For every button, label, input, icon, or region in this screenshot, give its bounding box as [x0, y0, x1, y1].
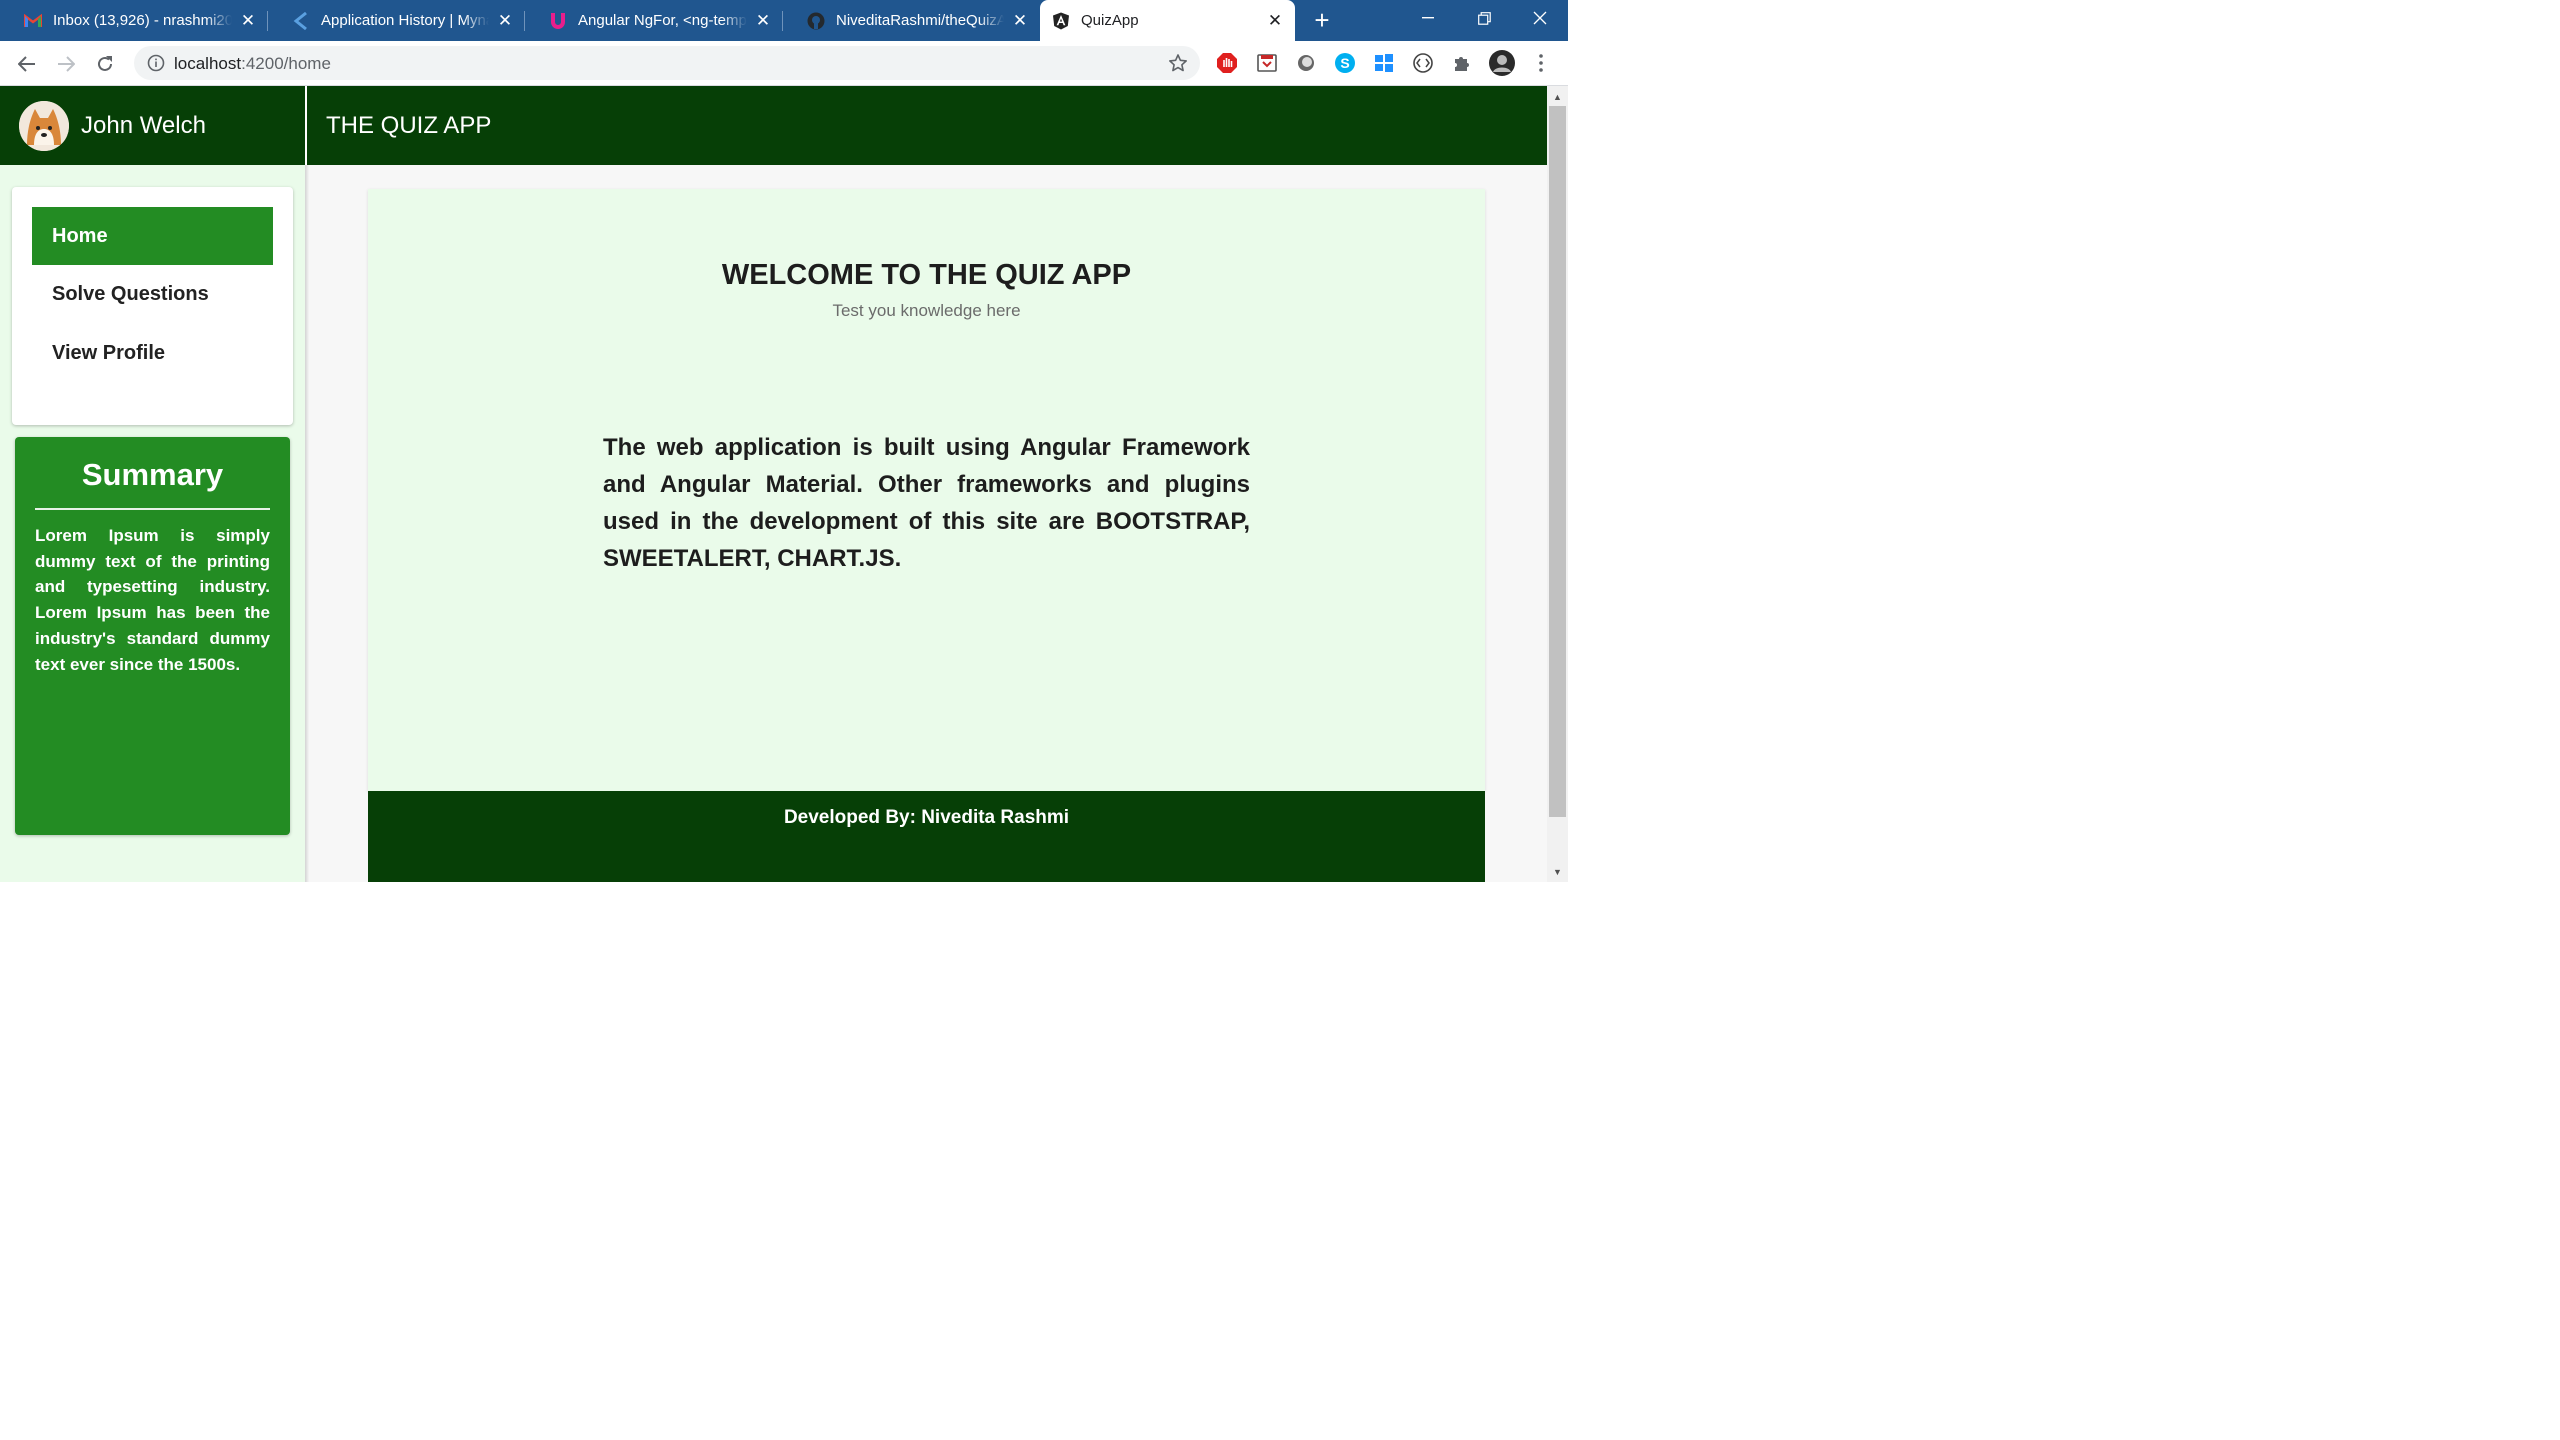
- tab-application-history[interactable]: Application History | Mynaukri ✕: [268, 0, 525, 41]
- profile-avatar-icon[interactable]: [1488, 49, 1516, 77]
- bookmark-star-icon[interactable]: [1168, 53, 1188, 73]
- app-history-icon: [292, 11, 310, 30]
- adblock-extension-icon[interactable]: [1215, 51, 1239, 75]
- browser-menu-icon[interactable]: [1529, 51, 1553, 75]
- summary-text: Lorem Ipsum is simply dummy text of the …: [35, 526, 270, 674]
- forward-icon[interactable]: [51, 49, 81, 79]
- url-text[interactable]: localhost:4200/home: [174, 54, 331, 74]
- app-header: THE QUIZ APP: [307, 86, 1547, 165]
- about-text: The web application is built using Angul…: [603, 434, 1250, 572]
- scroll-thumb[interactable]: [1549, 106, 1566, 817]
- nav-menu: Home Solve Questions View Profile: [12, 187, 293, 425]
- app-title: THE QUIZ APP: [326, 112, 492, 139]
- footer-text: Developed By: Nivedita Rashmi: [783, 807, 1070, 828]
- address-bar[interactable]: localhost:4200/home: [134, 46, 1200, 80]
- pocket-extension-icon[interactable]: [1255, 51, 1279, 75]
- tab-title: NiveditaRashmi/theQuizApp: [836, 12, 1004, 29]
- user-header: John Welch: [0, 86, 305, 165]
- github-icon: [807, 12, 825, 30]
- window-close-icon[interactable]: [1512, 0, 1568, 36]
- nav-item-view-profile[interactable]: View Profile: [32, 324, 273, 382]
- main-content: WELCOME TO THE QUIZ APP Test you knowled…: [309, 165, 1547, 882]
- summary-title: Summary: [81, 457, 224, 492]
- back-icon[interactable]: [12, 49, 42, 79]
- tab-gmail[interactable]: Inbox (13,926) - nrashmi2000@gmail.com ✕: [0, 0, 268, 41]
- page-scrollbar[interactable]: ▲ ▼: [1547, 86, 1568, 882]
- tab-title: Application History | Mynaukri: [321, 12, 489, 29]
- scroll-up-arrow-icon[interactable]: ▲: [1547, 88, 1568, 105]
- avatar[interactable]: [19, 101, 69, 151]
- close-icon[interactable]: ✕: [1010, 11, 1030, 31]
- scroll-down-arrow-icon[interactable]: ▼: [1547, 863, 1568, 880]
- tab-title: Angular NgFor, <ng-template>: [578, 12, 747, 29]
- restore-icon[interactable]: [1456, 0, 1512, 36]
- windows-extension-icon[interactable]: [1372, 51, 1396, 75]
- tab-title: QuizApp: [1081, 12, 1139, 29]
- new-tab-icon[interactable]: +: [1308, 5, 1336, 35]
- site-info-icon[interactable]: [147, 54, 165, 72]
- close-icon[interactable]: ✕: [753, 11, 773, 31]
- close-icon[interactable]: ✕: [495, 11, 515, 31]
- minimize-icon[interactable]: [1400, 0, 1456, 36]
- url-host: localhost: [174, 54, 242, 73]
- tab-title: Inbox (13,926) - nrashmi2000@gmail.com: [53, 12, 232, 29]
- summary-card: Summary Lorem Ipsum is simply dummy text…: [15, 437, 290, 835]
- browser-toolbar: localhost:4200/home S: [0, 41, 1568, 86]
- code-extension-icon[interactable]: [1411, 51, 1435, 75]
- tab-angular-ngfor[interactable]: Angular NgFor, <ng-template> ✕: [525, 0, 783, 41]
- welcome-subtitle: Test you knowledge here: [832, 301, 1021, 320]
- ultimate-icon: [549, 12, 567, 30]
- puzzle-extensions-icon[interactable]: [1450, 51, 1474, 75]
- circle-extension-icon[interactable]: [1294, 51, 1318, 75]
- tab-quizapp[interactable]: QuizApp ✕: [1040, 0, 1295, 41]
- welcome-card: WELCOME TO THE QUIZ APP Test you knowled…: [368, 189, 1485, 791]
- welcome-title: WELCOME TO THE QUIZ APP: [721, 259, 1132, 291]
- gmail-icon: [24, 12, 42, 30]
- svg-text:S: S: [1340, 55, 1349, 71]
- footer: Developed By: Nivedita Rashmi: [368, 791, 1485, 882]
- skype-extension-icon[interactable]: S: [1333, 51, 1357, 75]
- url-path: :4200/home: [241, 54, 331, 73]
- tab-github[interactable]: NiveditaRashmi/theQuizApp ✕: [783, 0, 1040, 41]
- nav-item-home[interactable]: Home: [32, 207, 273, 265]
- user-name: John Welch: [81, 112, 206, 139]
- angular-icon: [1052, 12, 1070, 30]
- close-icon[interactable]: ✕: [238, 11, 258, 31]
- reload-icon[interactable]: [90, 49, 120, 79]
- nav-item-solve-questions[interactable]: Solve Questions: [32, 265, 273, 323]
- sidebar: Home Solve Questions View Profile Summar…: [0, 165, 305, 882]
- browser-tabstrip: Inbox (13,926) - nrashmi2000@gmail.com ✕…: [0, 0, 1568, 41]
- summary-divider: [35, 508, 270, 510]
- close-icon[interactable]: ✕: [1265, 11, 1285, 31]
